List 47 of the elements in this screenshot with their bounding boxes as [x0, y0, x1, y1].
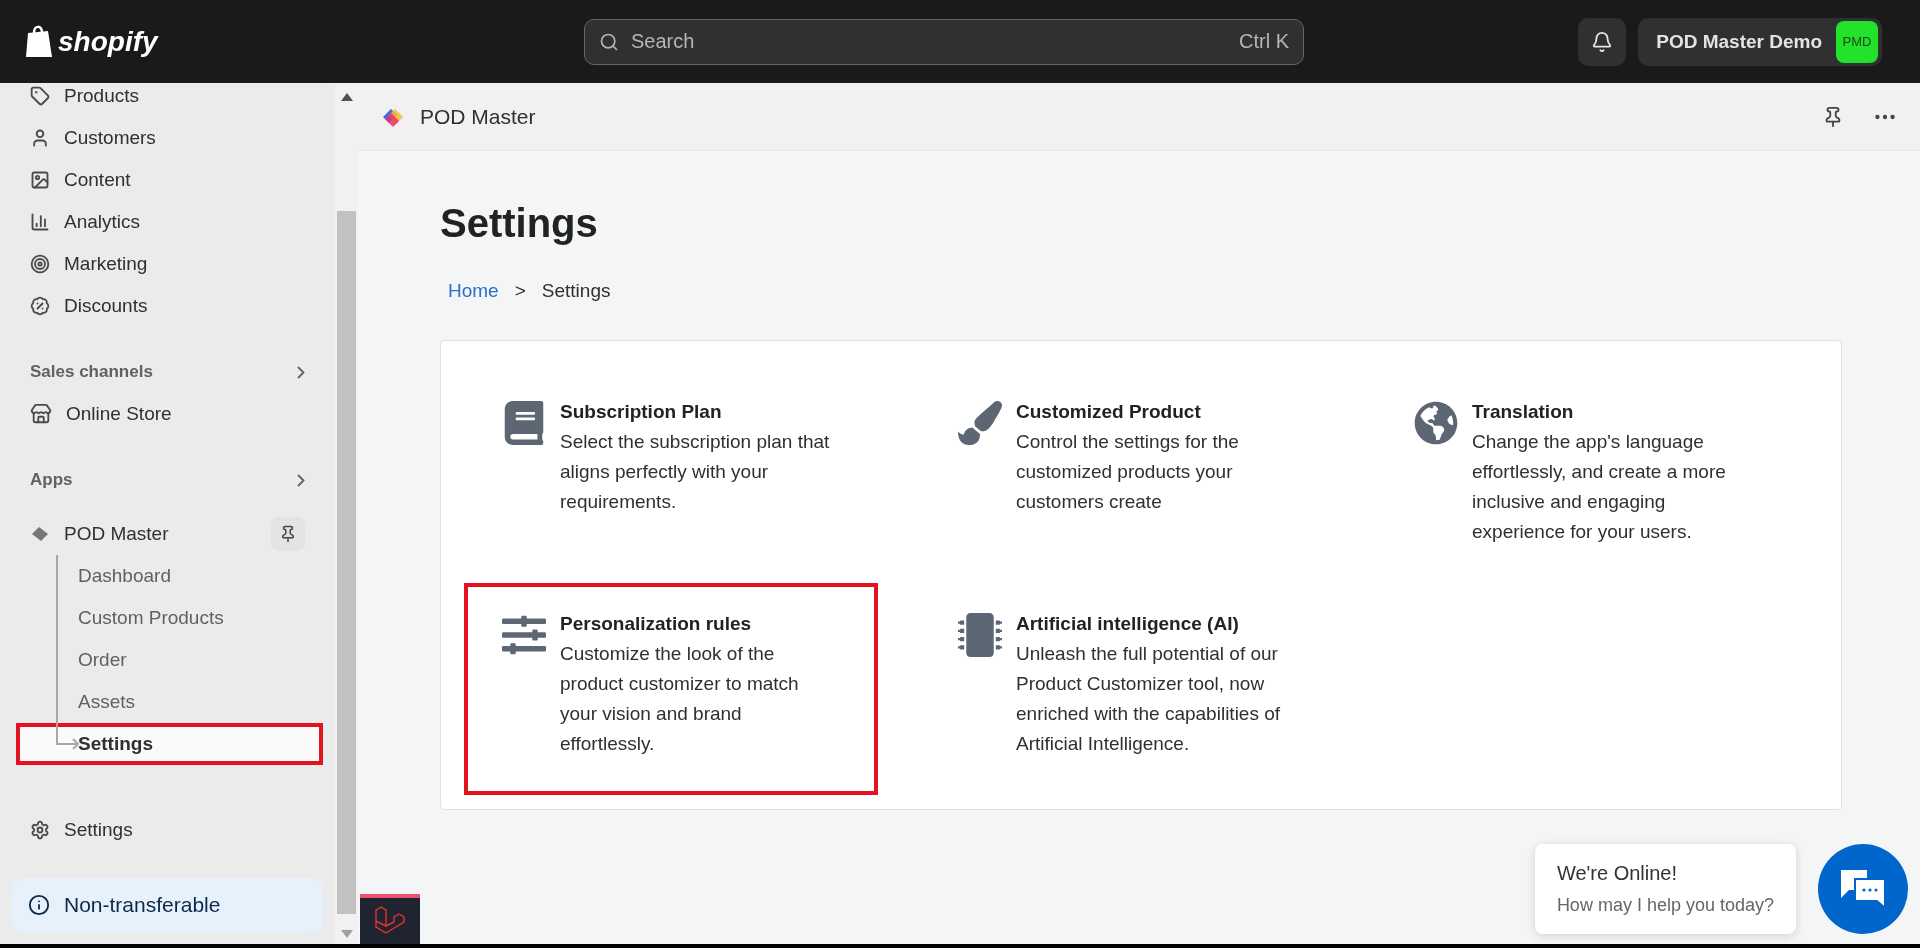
- sidebar-subitem[interactable]: Order: [16, 639, 323, 681]
- sidebar-subitem[interactable]: Assets: [16, 681, 323, 723]
- notice-text: Non-transferable: [64, 893, 221, 917]
- chat-subtitle: How may I help you today?: [1556, 895, 1774, 916]
- option-title: Subscription Plan: [560, 401, 723, 423]
- option-title: Translation: [1472, 401, 1575, 423]
- section-title: Apps: [30, 470, 73, 490]
- shortcut-hint: Ctrl K: [1239, 30, 1289, 53]
- option-description: Unleash the full potential of our Product Customizer tool, now enriched with the capabilities of Artificial Intelligence.: [1016, 642, 1282, 756]
- section-header[interactable]: Sales channels: [12, 351, 323, 393]
- store-avatar: PMD: [1836, 20, 1878, 63]
- option-title: Personalization rules: [560, 613, 753, 635]
- sidebar-item[interactable]: Online Store: [12, 393, 323, 435]
- sidebar-subitem[interactable]: Dashboard: [16, 555, 323, 597]
- settings-option[interactable]: Subscription Plan Select the subscription plan that aligns perfectly with your requirements.: [464, 371, 878, 583]
- sidebar-item[interactable]: Analytics: [12, 201, 323, 243]
- breadcrumb-separator: >: [514, 280, 526, 302]
- app-title: POD Master: [420, 104, 536, 129]
- chat-title: We're Online!: [1556, 862, 1679, 885]
- settings-option[interactable]: Personalization rules Customize the look of the product customizer to match your vision and brand effortlessly.: [464, 583, 878, 795]
- sidebar-item[interactable]: Discounts: [12, 285, 323, 327]
- page-title: Settings: [440, 201, 599, 246]
- settings-option[interactable]: Translation Change the app's language effortlessly, and create a more inclusive and engaging experience for your users.: [1376, 371, 1790, 583]
- option-description: Change the app's language effortlessly, and create a more inclusive and engaging experience for your users.: [1472, 430, 1727, 544]
- store-menu-button[interactable]: POD Master Demo PMD: [1638, 17, 1882, 66]
- sidebar-item[interactable]: Customers: [12, 117, 323, 159]
- sidebar-subitem[interactable]: Settings: [16, 723, 323, 765]
- settings-option[interactable]: Customized Product Control the settings for the customized products your customers create: [920, 371, 1334, 583]
- settings-option[interactable]: Artificial intelligence (AI) Unleash the full potential of our Product Customizer tool, now enriched with the capabilities of Artificial Intelligence.: [920, 583, 1334, 795]
- search-bar[interactable]: Search Ctrl K: [584, 18, 1304, 65]
- sidebar-item[interactable]: Products: [12, 75, 323, 117]
- option-description: Customize the look of the product customizer to match your vision and brand effortlessly.: [560, 642, 800, 756]
- sidebar-item[interactable]: Settings: [12, 809, 323, 851]
- shopify-wordmark: shopify: [58, 25, 158, 58]
- section-title: Sales channels: [30, 362, 153, 382]
- app-name[interactable]: POD Master: [64, 523, 169, 545]
- section-header[interactable]: Apps: [12, 459, 323, 501]
- option-title: Artificial intelligence (AI): [1016, 613, 1240, 635]
- option-description: Select the subscription plan that aligns perfectly with your requirements.: [560, 430, 831, 514]
- sidebar-item[interactable]: Content: [12, 159, 323, 201]
- breadcrumb-link[interactable]: Home: [448, 280, 499, 302]
- search-field[interactable]: Search: [629, 29, 1229, 54]
- option-title: Customized Product: [1016, 401, 1202, 423]
- breadcrumb-current: Settings: [541, 280, 611, 302]
- option-description: Control the settings for the customized products your customers create: [1016, 430, 1240, 514]
- sidebar-subitem[interactable]: Custom Products: [16, 597, 323, 639]
- sidebar-item[interactable]: Marketing: [12, 243, 323, 285]
